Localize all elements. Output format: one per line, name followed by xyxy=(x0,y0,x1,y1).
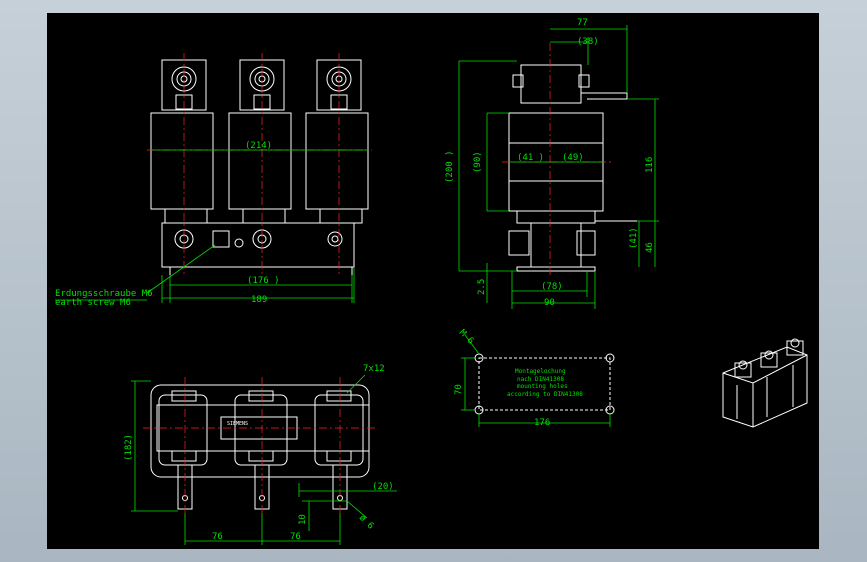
top-dim-20: (20) xyxy=(372,482,394,492)
mount-note-1: Montagelochung xyxy=(515,368,566,375)
side-dim-78: (78) xyxy=(541,282,563,292)
side-dim-49: (49) xyxy=(562,153,584,163)
side-dim-25: 2.5 xyxy=(477,279,487,295)
earth-screw-note-en: earth screw M6 xyxy=(55,298,131,308)
side-dim-46: 46 xyxy=(645,242,655,253)
top-dim-76b: 76 xyxy=(290,532,301,542)
top-dim-182: (182) xyxy=(124,434,134,461)
mount-dim-176: 176 xyxy=(534,418,550,428)
top-dim-06: ø 6 xyxy=(357,513,376,532)
side-dim-200: (200 ) xyxy=(445,150,455,183)
mount-note-3: mounting holes xyxy=(517,383,568,390)
drawing-canvas[interactable]: (214) (176 ) 189 Erdungsschraube M6 eart… xyxy=(47,13,819,549)
top-slot-7x12: 7x12 xyxy=(363,364,385,374)
front-view xyxy=(55,53,372,303)
side-dim-38: (38) xyxy=(577,37,599,47)
top-dim-10: 10 xyxy=(298,514,308,525)
side-dim-77: 77 xyxy=(577,18,588,28)
front-dim-176: (176 ) xyxy=(247,276,280,286)
mount-hole-m6: M 6 xyxy=(457,328,476,347)
reactor-drawing: (214) (176 ) 189 Erdungsschraube M6 eart… xyxy=(55,18,808,545)
side-dim-90v: (90) xyxy=(473,151,483,173)
side-view xyxy=(458,25,659,309)
side-dim-41: (41 ) xyxy=(517,153,544,163)
top-dim-76a: 76 xyxy=(212,532,223,542)
front-dim-189: 189 xyxy=(251,295,267,305)
siemens-label: SIEMENS xyxy=(227,421,248,427)
mount-note-4: according to DIN41308 xyxy=(507,391,583,398)
mount-note-2: nach DIN41308 xyxy=(517,376,564,383)
side-dim-90: 90 xyxy=(544,298,555,308)
side-dim-116: 116 xyxy=(645,157,655,173)
side-dim-41b: (41) xyxy=(629,227,639,249)
front-dim-214: (214) xyxy=(245,141,272,151)
mount-dim-70: 70 xyxy=(454,384,464,395)
isometric-view xyxy=(722,338,808,428)
